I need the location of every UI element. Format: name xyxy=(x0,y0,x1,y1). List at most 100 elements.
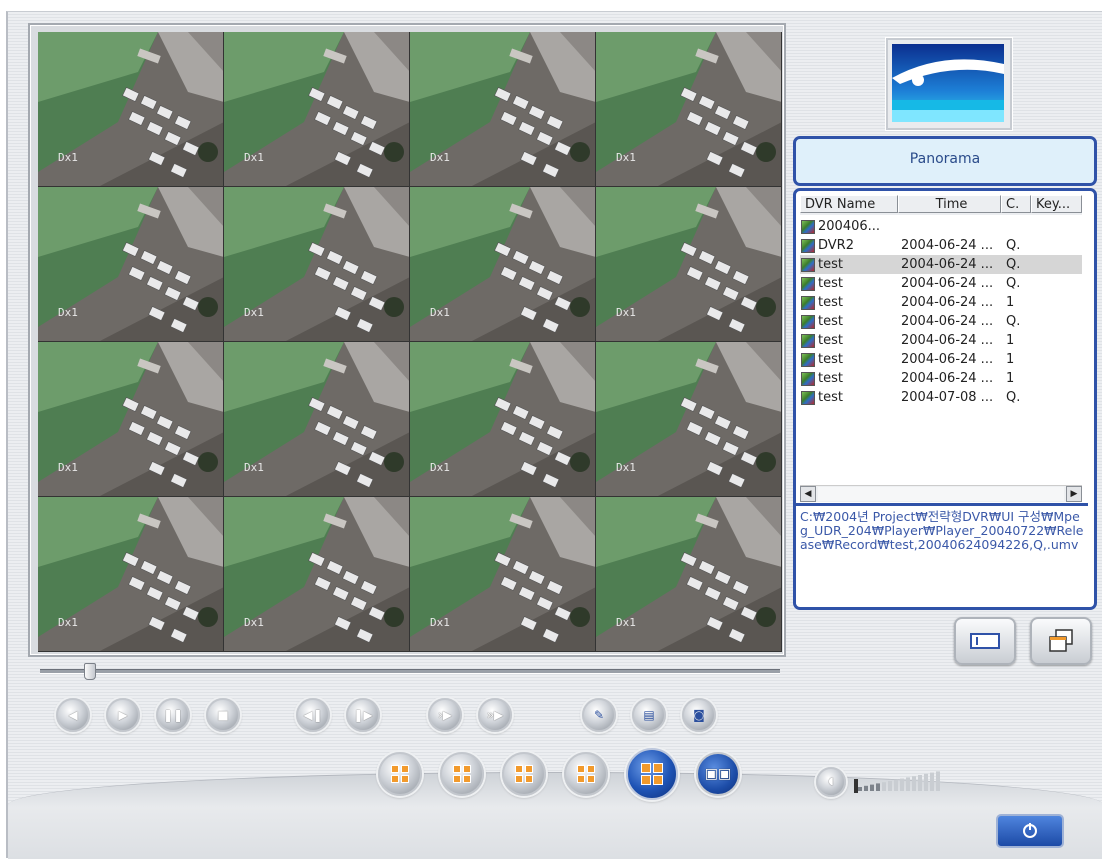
camera-tile[interactable]: Dx1 xyxy=(38,187,224,342)
list-item[interactable]: test 2004-06-24 ... Q. xyxy=(800,312,1082,331)
record-icon xyxy=(801,333,815,348)
record-icon xyxy=(801,257,815,272)
record-time: 2004-06-24 ... xyxy=(901,295,994,310)
channel-label: Dx1 xyxy=(244,151,264,164)
record-channel: Q. xyxy=(1006,314,1021,329)
slow-play-button[interactable]: ›▶ xyxy=(428,698,462,732)
record-channel: 1 xyxy=(1006,352,1015,367)
list-item[interactable]: test 2004-06-24 ... Q. xyxy=(800,255,1082,274)
layout-16-button[interactable] xyxy=(626,748,678,800)
record-list-panel: DVR Name Time C. Key... 200406... DVR2 200… xyxy=(793,188,1097,610)
dvr-name: test xyxy=(818,276,843,291)
camera-tile[interactable]: Dx1 xyxy=(224,187,410,342)
rewind-button[interactable]: ◀ xyxy=(56,698,90,732)
windows-icon xyxy=(1049,629,1073,652)
edit-button[interactable]: ✎ xyxy=(582,698,616,732)
step-back-icon: ◀❚ xyxy=(303,708,323,722)
list-item[interactable]: 200406... xyxy=(800,217,1082,236)
record-channel: 1 xyxy=(1006,333,1015,348)
channel-label: Dx1 xyxy=(58,461,78,474)
list-item[interactable]: test 2004-06-24 ... Q. xyxy=(800,274,1082,293)
layout-2-button[interactable] xyxy=(440,752,484,796)
list-item[interactable]: test 2004-06-24 ... 1 xyxy=(800,331,1082,350)
scroll-right-icon[interactable]: ▶ xyxy=(1066,486,1082,502)
camera-icon: ◙ xyxy=(693,708,705,722)
column-time[interactable]: Time xyxy=(898,195,1001,213)
quad-layout-icon xyxy=(515,765,533,783)
camera-tile[interactable]: Dx1 xyxy=(224,342,410,497)
fullscreen-button[interactable] xyxy=(954,617,1016,665)
pause-button[interactable]: ❚❚ xyxy=(156,698,190,732)
volume-bar xyxy=(888,781,892,791)
channel-label: Dx1 xyxy=(244,616,264,629)
camera-tile[interactable]: Dx1 xyxy=(596,497,782,652)
horizontal-scrollbar[interactable]: ◀ ▶ xyxy=(800,485,1082,502)
camera-tile[interactable]: Dx1 xyxy=(596,342,782,497)
channel-label: Dx1 xyxy=(244,461,264,474)
list-item[interactable]: test 2004-06-24 ... 1 xyxy=(800,350,1082,369)
next-frame-button[interactable]: ❚▶ xyxy=(346,698,380,732)
volume-bar xyxy=(918,775,922,791)
volume-bar xyxy=(936,771,940,791)
snapshot-button[interactable]: ◙ xyxy=(682,698,716,732)
volume-thumb[interactable] xyxy=(854,779,858,793)
play-icon: ▶ xyxy=(118,708,128,722)
record-channel: Q. xyxy=(1006,276,1021,291)
window-button[interactable] xyxy=(1030,617,1092,665)
scroll-left-icon[interactable]: ◀ xyxy=(800,486,816,502)
prev-frame-button[interactable]: ◀❚ xyxy=(296,698,330,732)
camera-tile[interactable]: Dx1 xyxy=(38,342,224,497)
play-button[interactable]: ▶ xyxy=(106,698,140,732)
logo xyxy=(886,38,1012,130)
list-item[interactable]: test 2004-06-24 ... 1 xyxy=(800,369,1082,388)
channel-label: Dx1 xyxy=(244,306,264,319)
camera-tile[interactable]: Dx1 xyxy=(224,497,410,652)
mute-button[interactable]: ◖ xyxy=(816,767,846,797)
record-time: 2004-06-24 ... xyxy=(901,276,994,291)
camera-tile[interactable]: Dx1 xyxy=(38,32,224,187)
quad-layout-icon xyxy=(577,765,595,783)
list-item[interactable]: DVR2 2004-06-24 ... Q. xyxy=(800,236,1082,255)
camera-tile[interactable]: Dx1 xyxy=(410,187,596,342)
camera-tile[interactable]: Dx1 xyxy=(410,342,596,497)
layout-4-button[interactable] xyxy=(564,752,608,796)
camera-tile[interactable]: Dx1 xyxy=(596,32,782,187)
fast-play-button[interactable]: »▶ xyxy=(478,698,512,732)
list-item[interactable]: test 2004-07-08 ... Q. xyxy=(800,388,1082,407)
camera-tile[interactable]: Dx1 xyxy=(410,497,596,652)
column-key[interactable]: Key... xyxy=(1031,195,1082,213)
scroll-thumb[interactable] xyxy=(818,487,1064,501)
channel-label: Dx1 xyxy=(430,461,450,474)
camera-tile[interactable]: Dx1 xyxy=(38,497,224,652)
stop-button[interactable]: ■ xyxy=(206,698,240,732)
print-button[interactable]: ▤ xyxy=(632,698,666,732)
print-icon: ▤ xyxy=(643,708,655,722)
record-time: 2004-07-08 ... xyxy=(901,390,994,405)
record-icon xyxy=(801,238,815,253)
list-item[interactable]: test 2004-06-24 ... 1 xyxy=(800,293,1082,312)
camera-tile[interactable]: Dx1 xyxy=(596,187,782,342)
dvr-name: test xyxy=(818,371,843,386)
channel-label: Dx1 xyxy=(616,461,636,474)
record-channel xyxy=(1004,217,1036,236)
channel-label: Dx1 xyxy=(616,306,636,319)
title-box: Panorama xyxy=(793,136,1097,186)
edit-icon: ✎ xyxy=(593,708,605,722)
layout-3-button[interactable] xyxy=(502,752,546,796)
camera-tile[interactable]: Dx1 xyxy=(410,32,596,187)
player-window: Dx1 Dx1 Dx1 Dx1 Dx1 Dx1 Dx1 Dx1 Dx1 Dx1 Dx1 Dx1 Dx1 D… xyxy=(6,11,1102,859)
layout-1-button[interactable] xyxy=(378,752,422,796)
power-icon xyxy=(1023,823,1037,838)
camera-tile[interactable]: Dx1 xyxy=(224,32,410,187)
volume-slider[interactable] xyxy=(852,771,952,795)
quad-layout-icon xyxy=(391,765,409,783)
seek-bar[interactable] xyxy=(40,663,782,680)
seek-thumb[interactable] xyxy=(84,663,96,680)
channel-label: Dx1 xyxy=(616,151,636,164)
multi-screen-button[interactable]: ▣▣ xyxy=(696,752,740,796)
volume-bar xyxy=(876,783,880,791)
column-dvr-name[interactable]: DVR Name xyxy=(800,195,898,213)
power-button[interactable] xyxy=(996,814,1064,848)
column-c[interactable]: C. xyxy=(1001,195,1031,213)
volume-control[interactable]: ◖ xyxy=(816,767,956,797)
